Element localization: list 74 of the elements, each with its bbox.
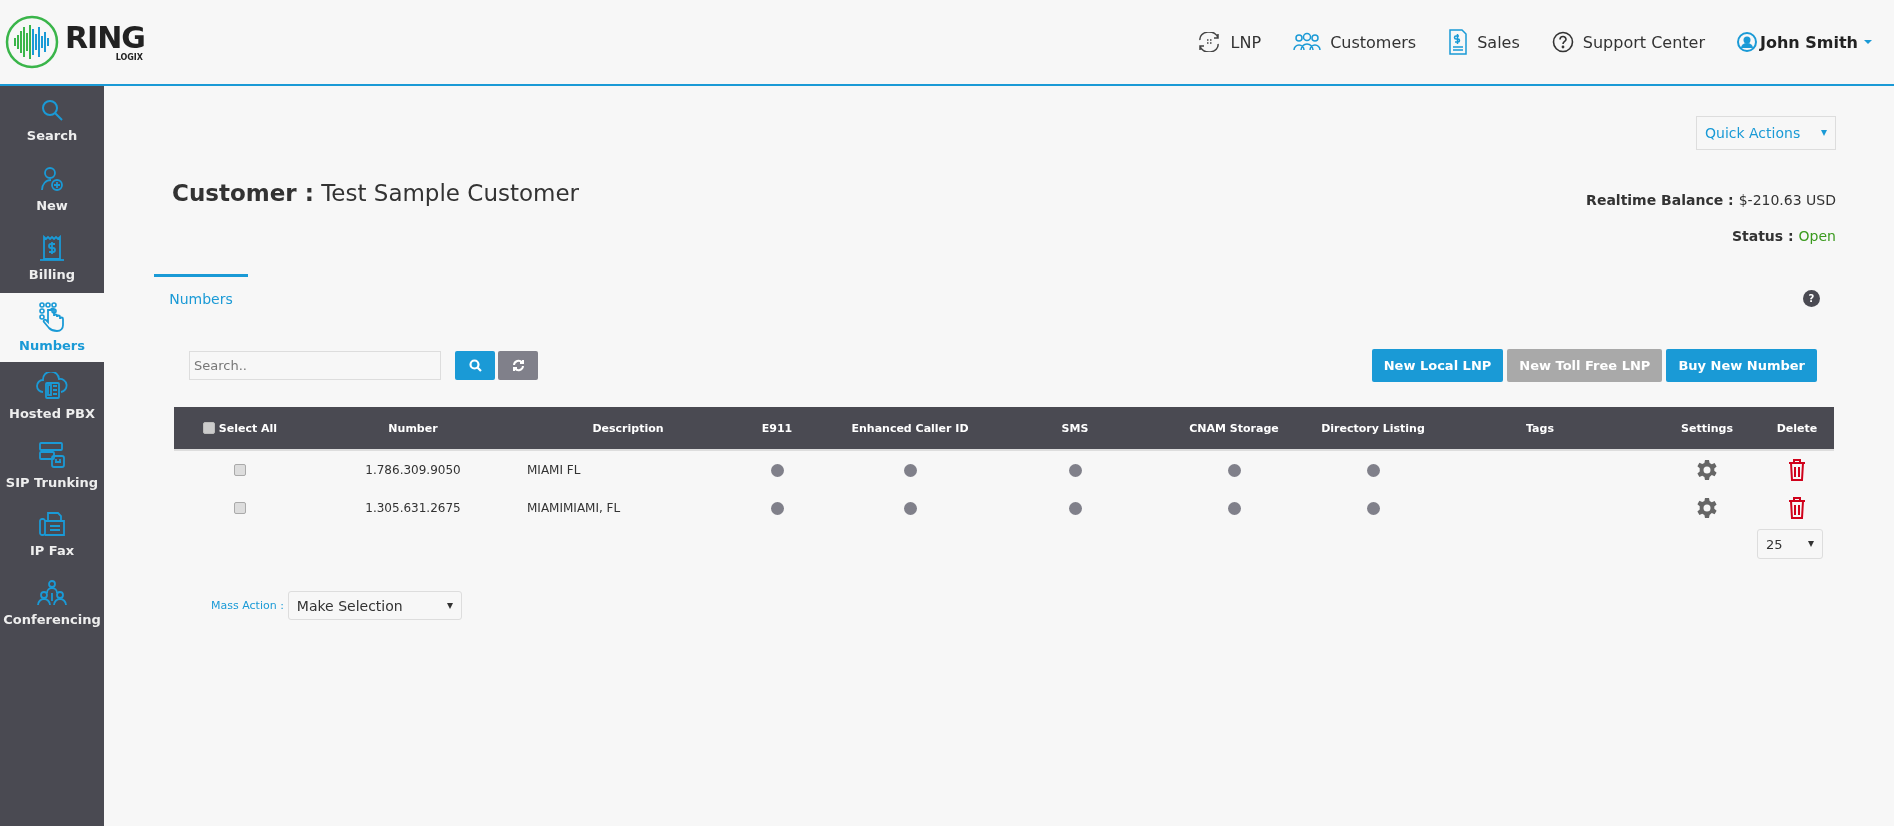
column-header: SMS — [1061, 421, 1089, 435]
trash-icon[interactable] — [1788, 497, 1806, 519]
receipt-icon — [39, 235, 65, 261]
cloud-phone-icon — [36, 372, 68, 400]
keypad-hand-icon — [39, 302, 65, 332]
status-dot[interactable] — [1068, 501, 1082, 515]
nav-link[interactable]: Support Center — [1582, 32, 1705, 52]
settings-icon[interactable] — [1696, 497, 1718, 519]
server-icon — [38, 441, 66, 469]
search-icon — [40, 98, 64, 122]
sidebar-item[interactable]: Conferencing — [0, 569, 104, 638]
description-cell-text: MIAMIMIAMI, FL — [526, 501, 621, 515]
logo-subtitle: LOGIX — [115, 52, 143, 62]
users-icon — [1293, 32, 1322, 52]
add-user-icon — [40, 166, 64, 192]
document-dollar-icon — [1448, 29, 1469, 55]
column-header: E911 — [761, 421, 793, 435]
nav-link[interactable]: Customers — [1330, 32, 1417, 52]
status-dot[interactable] — [770, 463, 784, 477]
logo-wordmark: RING — [65, 22, 145, 53]
help-icon — [1551, 31, 1574, 53]
column-header: Settings — [1681, 421, 1733, 435]
status-dot[interactable] — [1366, 463, 1380, 477]
status-dot[interactable] — [1068, 463, 1082, 477]
checkbox[interactable] — [202, 422, 215, 434]
status-dot[interactable] — [1227, 501, 1241, 515]
settings-icon[interactable] — [1696, 459, 1718, 481]
mass-action-label: Mass Action : — [211, 599, 284, 612]
status-dot[interactable] — [1227, 463, 1241, 477]
fax-icon — [38, 511, 66, 537]
checkbox[interactable] — [234, 464, 246, 476]
nav-link[interactable]: Sales — [1477, 32, 1520, 52]
column-header: Tags — [1526, 421, 1554, 435]
balance-value: $-210.63 USD — [1738, 192, 1836, 208]
column-header: Description — [592, 421, 664, 435]
customer-title: Customer : Test Sample Customer — [172, 180, 580, 208]
trash-icon[interactable] — [1788, 459, 1806, 481]
column-header: Directory Listing — [1321, 421, 1425, 435]
search-icon — [468, 359, 482, 372]
refresh-icon — [511, 359, 525, 372]
sidebar-item[interactable]: SIP Trunking — [0, 431, 104, 500]
search-button[interactable] — [455, 351, 495, 380]
status-dot[interactable] — [770, 501, 784, 515]
description-cell-text: MIAMI FL — [526, 463, 581, 477]
column-header: Delete — [1776, 421, 1818, 435]
search-field[interactable]: Search.. — [189, 351, 441, 380]
help-button[interactable]: ? — [1803, 290, 1820, 307]
status-dot[interactable] — [1366, 501, 1380, 515]
sidebar-item[interactable]: Search — [0, 86, 104, 155]
column-header: CNAM Storage — [1189, 421, 1279, 435]
status-dot[interactable] — [903, 463, 917, 477]
sidebar-item[interactable]: Billing — [0, 224, 104, 293]
number-cell: 1.305.631.2675 — [365, 501, 461, 515]
column-header[interactable]: Select All — [218, 421, 278, 435]
sidebar-item[interactable]: IP Fax — [0, 500, 104, 569]
user-avatar-icon — [1737, 32, 1757, 52]
mass-action-select[interactable]: Make Selection — [287, 591, 462, 620]
number-cell: 1.786.309.9050 — [365, 463, 461, 477]
status-dot[interactable] — [903, 501, 917, 515]
column-header: Number — [388, 421, 438, 435]
status-label: Status : — [1731, 228, 1794, 244]
sidebar-item[interactable]: New — [0, 155, 104, 224]
caret-icon[interactable] — [1864, 40, 1872, 44]
logo-icon — [5, 15, 59, 69]
user-menu[interactable]: John Smith — [1760, 32, 1858, 52]
column-header: Enhanced Caller ID — [851, 421, 969, 435]
page-size-select[interactable]: 25 — [1757, 529, 1823, 559]
sidebar-item[interactable]: Hosted PBX — [0, 362, 104, 431]
status-value: Open — [1798, 228, 1836, 244]
group-icon — [37, 580, 67, 606]
checkbox[interactable] — [234, 502, 246, 514]
balance-label: Realtime Balance : — [1586, 192, 1734, 208]
nav-link[interactable]: LNP — [1230, 32, 1262, 52]
refresh-button[interactable] — [498, 351, 538, 380]
